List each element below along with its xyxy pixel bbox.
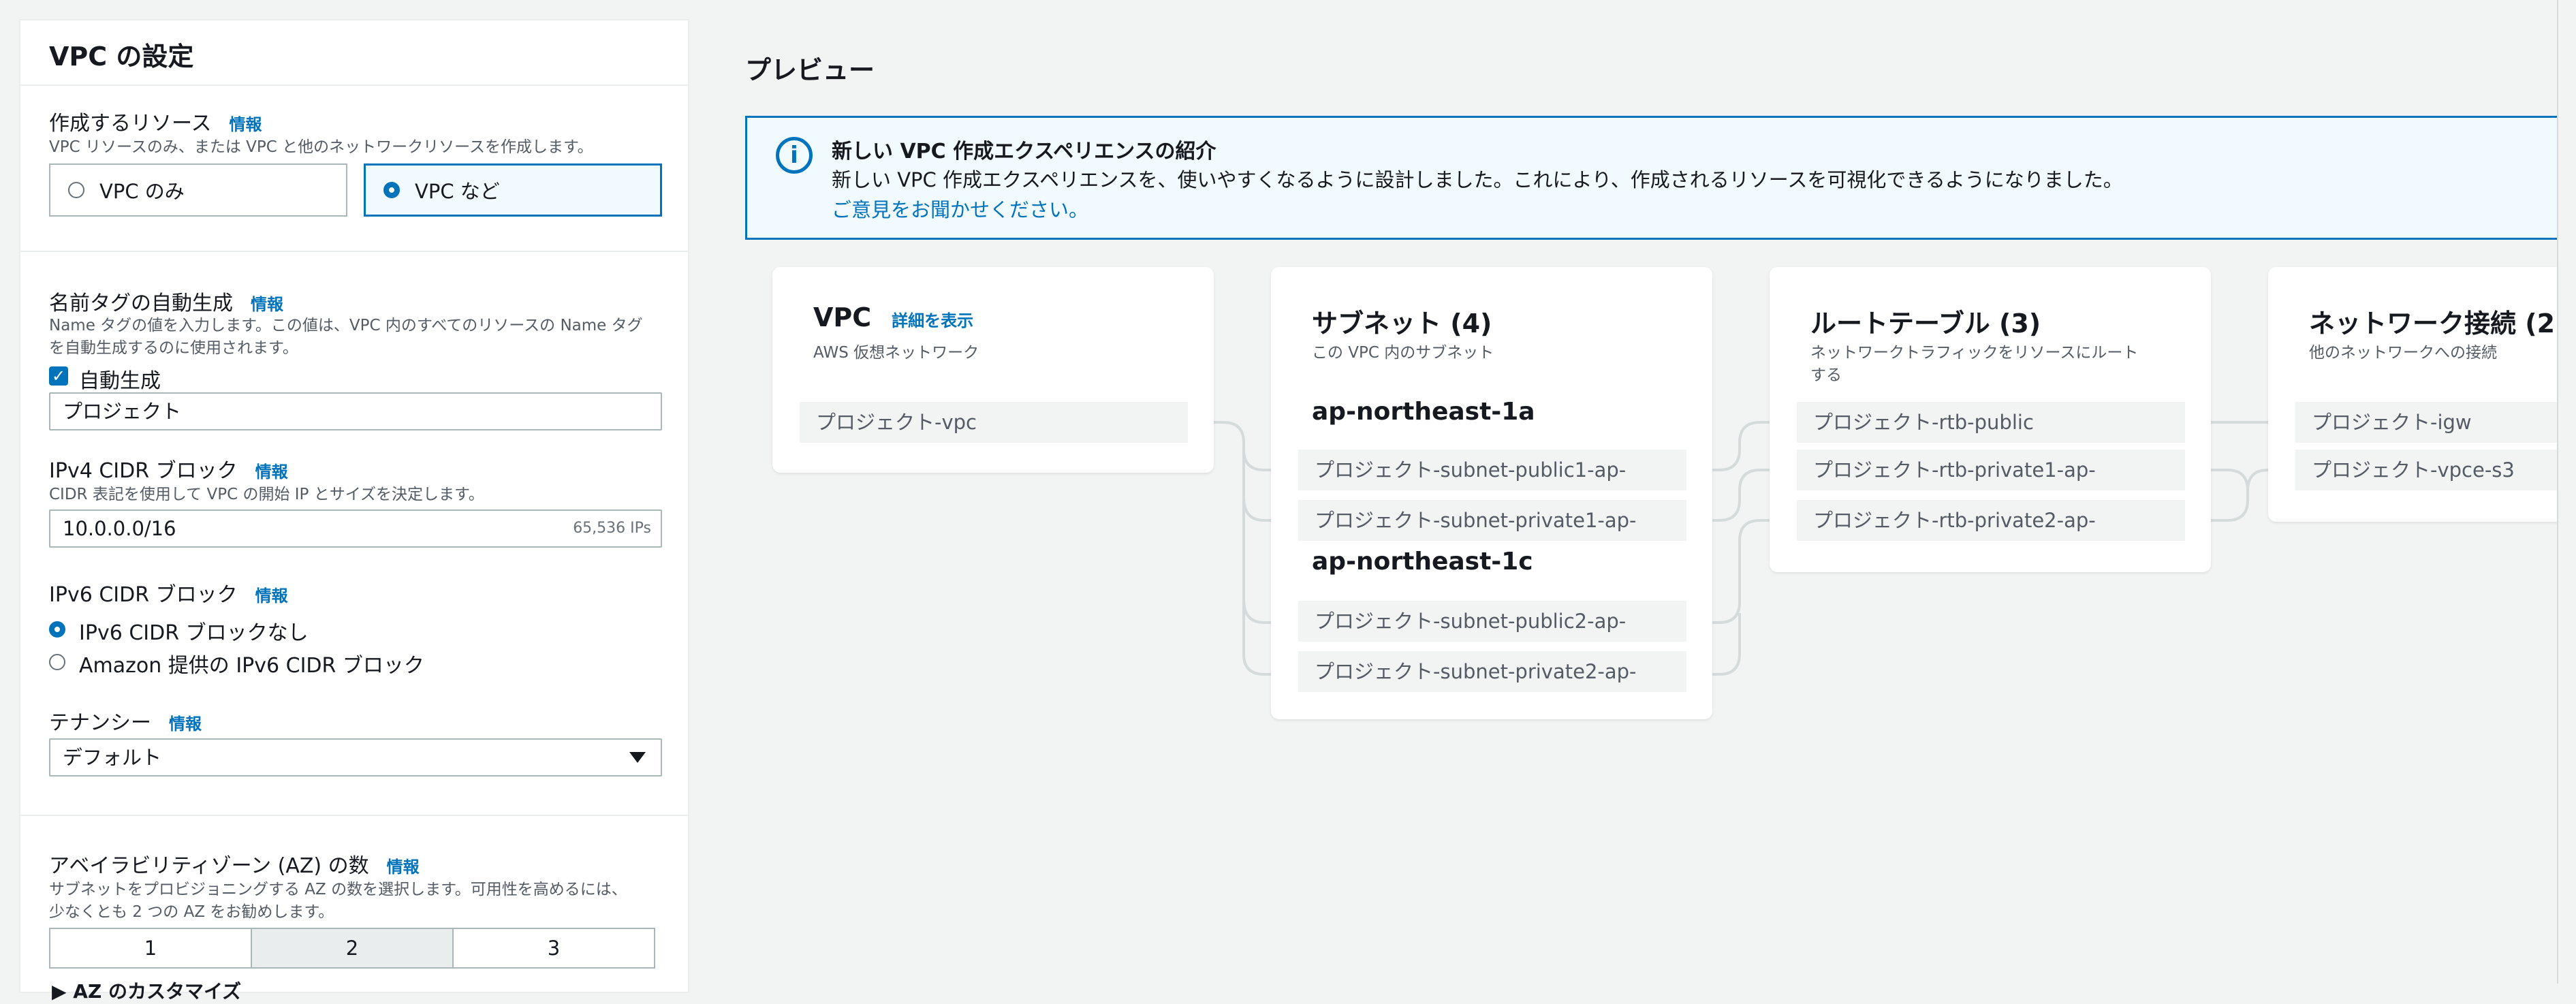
- subnet-item-public2: プロジェクト-subnet-public2-ap-: [1298, 601, 1686, 642]
- az-heading-1a: ap-northeast-1a: [1312, 398, 1535, 426]
- vpc-card-title: VPC 詳細を表示: [813, 302, 973, 332]
- route-table-item-public: プロジェクト-rtb-public: [1797, 402, 2185, 443]
- route-table-subtitle-line2: する: [1810, 366, 1842, 384]
- network-card-subtitle: 他のネットワークへの接続: [2309, 344, 2497, 362]
- subnet-card-title: サブネット (4): [1312, 309, 1492, 339]
- subnet-item-private1: プロジェクト-subnet-private1-ap-: [1298, 500, 1686, 541]
- vpc-resource-item: プロジェクト-vpc: [800, 402, 1188, 443]
- vpc-card-title-text: VPC: [813, 302, 872, 332]
- route-table-card: ルートテーブル (3) ネットワークトラフィックをリソースにルート する プロジ…: [1770, 267, 2211, 572]
- route-table-subtitle-line1: ネットワークトラフィックをリソースにルート: [1810, 344, 2139, 362]
- network-item-igw: プロジェクト-igw: [2295, 402, 2576, 443]
- network-card-title: ネットワーク接続 (2): [2309, 309, 2567, 339]
- scrollbar-track[interactable]: [2557, 0, 2576, 984]
- subnet-item-private2: プロジェクト-subnet-private2-ap-: [1298, 651, 1686, 692]
- az-heading-1c: ap-northeast-1c: [1312, 548, 1533, 576]
- vpc-create-page: VPC の設定 作成するリソース 情報 VPC リソースのみ、または VPC と他…: [0, 0, 2576, 1003]
- network-item-vpce: プロジェクト-vpce-s3: [2295, 450, 2576, 490]
- route-table-card-title: ルートテーブル (3): [1810, 309, 2041, 339]
- route-table-item-private1: プロジェクト-rtb-private1-ap-: [1797, 450, 2185, 490]
- route-table-item-private2: プロジェクト-rtb-private2-ap-: [1797, 500, 2185, 541]
- subnet-card: サブネット (4) この VPC 内のサブネット ap-northeast-1a…: [1271, 267, 1712, 719]
- subnet-card-subtitle: この VPC 内のサブネット: [1312, 344, 1494, 362]
- subnet-item-public1: プロジェクト-subnet-public1-ap-: [1298, 450, 1686, 490]
- vpc-details-link[interactable]: 詳細を表示: [892, 311, 973, 330]
- vpc-card-subtitle: AWS 仮想ネットワーク: [813, 344, 979, 362]
- vpc-card: VPC 詳細を表示 AWS 仮想ネットワーク プロジェクト-vpc: [772, 267, 1214, 473]
- route-table-card-subtitle: ネットワークトラフィックをリソースにルート する: [1810, 342, 2138, 387]
- network-connection-card: ネットワーク接続 (2) 他のネットワークへの接続 プロジェクト-igw プロジ…: [2268, 267, 2576, 522]
